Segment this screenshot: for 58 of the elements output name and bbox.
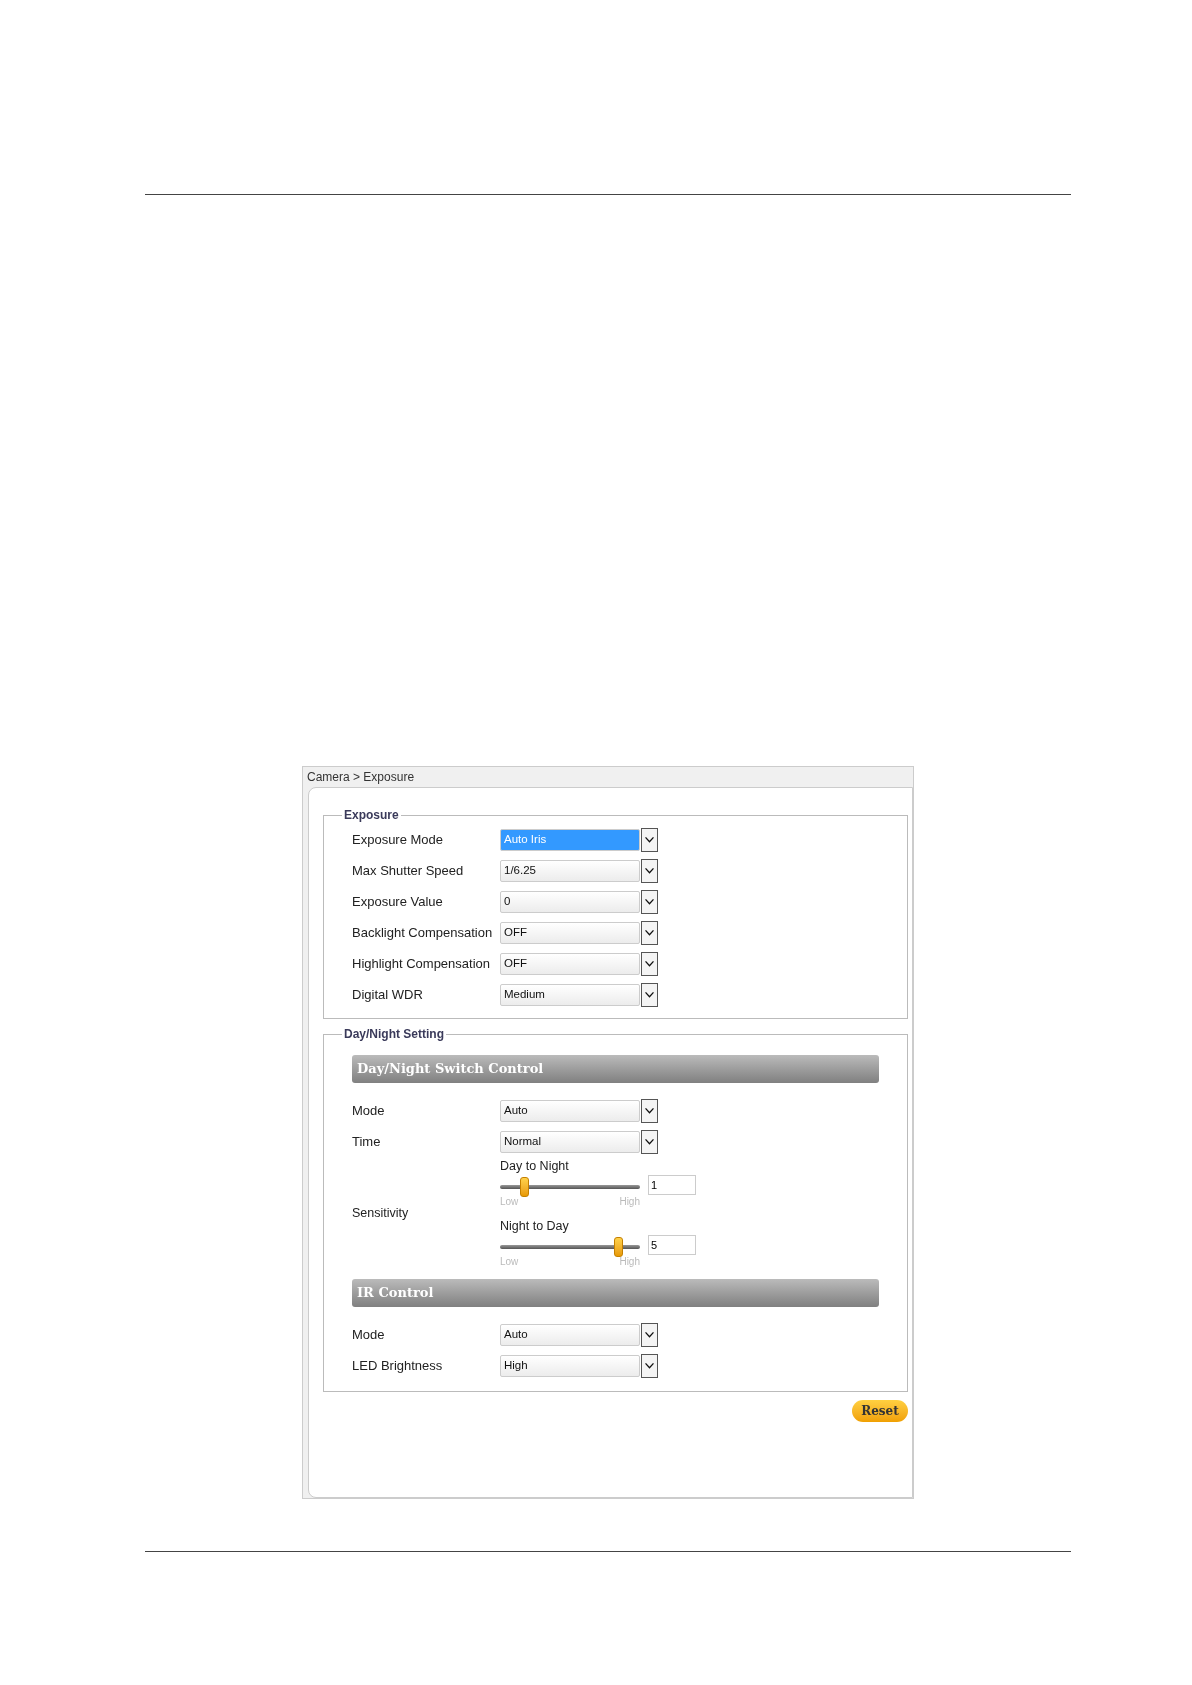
low-label: Low bbox=[500, 1255, 519, 1269]
field-label: Backlight Compensation bbox=[352, 923, 494, 942]
chevron-down-icon[interactable] bbox=[641, 951, 658, 976]
dropdown-value: Auto bbox=[500, 1099, 640, 1122]
value-field[interactable]: 1 bbox=[648, 1175, 696, 1195]
section-header: IR Control bbox=[352, 1279, 879, 1307]
chevron-down-icon[interactable] bbox=[641, 920, 658, 945]
slider-thumb[interactable] bbox=[519, 1177, 529, 1197]
chevron-down-icon[interactable] bbox=[641, 1322, 658, 1347]
field-label: LED Brightness bbox=[352, 1356, 444, 1375]
field-label: Highlight Compensation bbox=[352, 954, 492, 973]
dropdown[interactable]: Auto bbox=[500, 1322, 658, 1347]
value-field[interactable]: 5 bbox=[648, 1235, 696, 1255]
chevron-down-icon[interactable] bbox=[641, 1129, 658, 1154]
dropdown[interactable]: Medium bbox=[500, 982, 658, 1007]
slider-track[interactable] bbox=[500, 1237, 640, 1257]
chevron-down-icon[interactable] bbox=[641, 1353, 658, 1378]
chevron-down-icon[interactable] bbox=[641, 1098, 658, 1123]
dropdown-value: Auto bbox=[500, 1323, 640, 1346]
slider-track[interactable] bbox=[500, 1177, 640, 1197]
dropdown[interactable]: Auto bbox=[500, 1098, 658, 1123]
dropdown-value: Normal bbox=[500, 1130, 640, 1153]
dropdown[interactable]: OFF bbox=[500, 951, 658, 976]
low-label: Low bbox=[500, 1195, 519, 1209]
field-label: Digital WDR bbox=[352, 985, 424, 1004]
breadcrumb: Camera > Exposure bbox=[306, 769, 416, 786]
chevron-down-icon[interactable] bbox=[641, 889, 658, 914]
dropdown[interactable]: High bbox=[500, 1353, 658, 1378]
field-label: Sensitivity bbox=[352, 1204, 410, 1222]
dropdown-value: OFF bbox=[500, 952, 640, 975]
high-label: High bbox=[619, 1255, 640, 1269]
dropdown-value: High bbox=[500, 1354, 640, 1377]
field-label: Mode bbox=[352, 1101, 386, 1120]
chevron-down-icon[interactable] bbox=[641, 982, 658, 1007]
reset-button[interactable]: Reset bbox=[852, 1400, 908, 1422]
dropdown-value: Medium bbox=[500, 983, 640, 1006]
dropdown-value: Auto Iris bbox=[500, 828, 640, 851]
dropdown[interactable]: 1/6.25 bbox=[500, 858, 658, 883]
slider-title: Day to Night bbox=[500, 1158, 570, 1175]
dropdown-value: OFF bbox=[500, 921, 640, 944]
field-label: Mode bbox=[352, 1325, 386, 1344]
section-header: Day/Night Switch Control bbox=[352, 1055, 879, 1083]
field-label: Exposure Value bbox=[352, 892, 444, 911]
group-legend: Exposure bbox=[342, 806, 401, 824]
dropdown-value: 1/6.25 bbox=[500, 859, 640, 882]
dropdown[interactable]: 0 bbox=[500, 889, 658, 914]
slider-title: Night to Day bbox=[500, 1218, 570, 1235]
chevron-down-icon[interactable] bbox=[641, 827, 658, 852]
high-label: High bbox=[619, 1195, 640, 1209]
field-label: Exposure Mode bbox=[352, 830, 445, 849]
slider-thumb[interactable] bbox=[613, 1237, 623, 1257]
field-label: Time bbox=[352, 1132, 382, 1151]
field-label: Max Shutter Speed bbox=[352, 861, 465, 880]
dropdown[interactable]: OFF bbox=[500, 920, 658, 945]
group-legend: Day/Night Setting bbox=[342, 1025, 446, 1043]
dropdown-value: 0 bbox=[500, 890, 640, 913]
chevron-down-icon[interactable] bbox=[641, 858, 658, 883]
dropdown[interactable]: Normal bbox=[500, 1129, 658, 1154]
